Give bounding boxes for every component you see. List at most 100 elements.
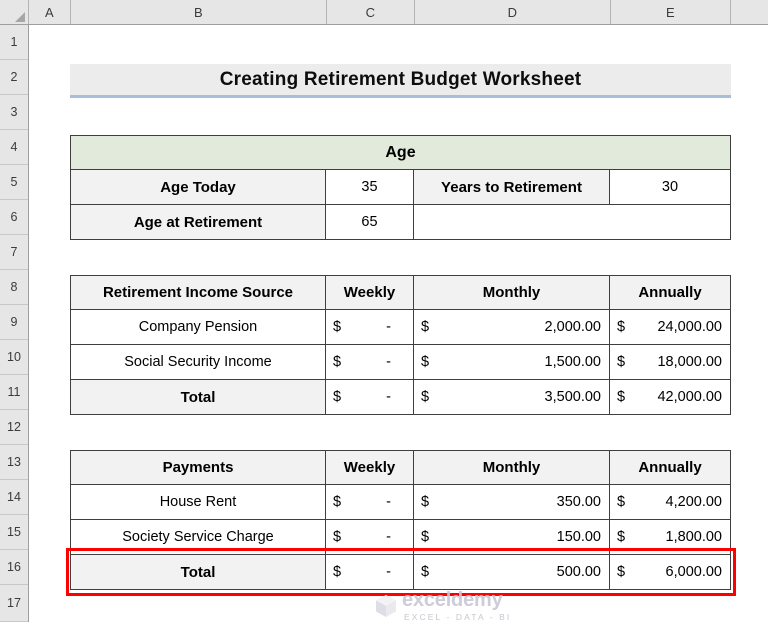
- payments-total-label: Total: [70, 555, 326, 590]
- payments-col-weekly: Weekly: [326, 450, 414, 485]
- row-header-16[interactable]: 16: [0, 550, 28, 585]
- currency-amount: -: [386, 354, 391, 370]
- watermark-text: exceldemy EXCEL - DATA - BI: [402, 590, 511, 622]
- income-total-weekly-cell[interactable]: $ -: [326, 380, 414, 415]
- currency-amount: 350.00: [556, 494, 601, 510]
- row-header-3[interactable]: 3: [0, 95, 28, 130]
- row-header-2[interactable]: 2: [0, 60, 28, 95]
- currency-symbol: $: [617, 494, 626, 510]
- income-weekly-cell[interactable]: $ -: [326, 345, 414, 380]
- income-col-weekly: Weekly: [326, 275, 414, 310]
- income-row-label: Company Pension: [70, 310, 326, 345]
- column-header-e[interactable]: E: [611, 0, 731, 24]
- payments-monthly-cell[interactable]: $ 350.00: [414, 485, 610, 520]
- currency-symbol: $: [333, 494, 342, 510]
- currency-symbol: $: [617, 564, 626, 580]
- years-to-retirement-label: Years to Retirement: [414, 170, 610, 205]
- currency-symbol: $: [333, 354, 342, 370]
- watermark-name: exceldemy: [402, 589, 503, 611]
- exceldemy-watermark: exceldemy EXCEL - DATA - BI: [375, 590, 511, 622]
- currency-symbol: $: [617, 354, 626, 370]
- row-header-8[interactable]: 8: [0, 270, 28, 305]
- row-header-9[interactable]: 9: [0, 305, 28, 340]
- payments-weekly-cell[interactable]: $ -: [326, 520, 414, 555]
- row-header-13[interactable]: 13: [0, 445, 28, 480]
- currency-amount: 1,800.00: [665, 529, 722, 545]
- currency-symbol: $: [421, 319, 430, 335]
- row-header-5[interactable]: 5: [0, 165, 28, 200]
- income-total-monthly-cell[interactable]: $ 3,500.00: [414, 380, 610, 415]
- payments-annual-cell[interactable]: $ 1,800.00: [610, 520, 731, 555]
- age-table-empty-cell[interactable]: [414, 205, 731, 240]
- currency-symbol: $: [421, 494, 430, 510]
- payments-col-label: Payments: [70, 450, 326, 485]
- row-header-14[interactable]: 14: [0, 480, 28, 515]
- age-today-value[interactable]: 35: [326, 170, 414, 205]
- column-header-b[interactable]: B: [71, 0, 327, 24]
- currency-symbol: $: [333, 564, 342, 580]
- column-header-a[interactable]: A: [29, 0, 71, 24]
- currency-amount: 18,000.00: [657, 354, 722, 370]
- age-at-retirement-label: Age at Retirement: [70, 205, 326, 240]
- payments-row-label: Society Service Charge: [70, 520, 326, 555]
- income-annual-cell[interactable]: $ 24,000.00: [610, 310, 731, 345]
- currency-symbol: $: [333, 319, 342, 335]
- payments-total-weekly-cell[interactable]: $ -: [326, 555, 414, 590]
- payments-row-label: House Rent: [70, 485, 326, 520]
- currency-amount: 1,500.00: [544, 354, 601, 370]
- payments-monthly-cell[interactable]: $ 150.00: [414, 520, 610, 555]
- row-header-10[interactable]: 10: [0, 340, 28, 375]
- row-header-12[interactable]: 12: [0, 410, 28, 445]
- row-header-6[interactable]: 6: [0, 200, 28, 235]
- income-total-label: Total: [70, 380, 326, 415]
- payments-total-annual-cell[interactable]: $ 6,000.00: [610, 555, 731, 590]
- currency-amount: -: [386, 389, 391, 405]
- income-annual-cell[interactable]: $ 18,000.00: [610, 345, 731, 380]
- excel-worksheet: A B C D E 1 2 3 4 5 6 7 8 9 10 11 12 13 …: [0, 0, 768, 622]
- age-table-header: Age: [70, 135, 731, 170]
- income-col-source: Retirement Income Source: [70, 275, 326, 310]
- income-total-annual-cell[interactable]: $ 42,000.00: [610, 380, 731, 415]
- grid-area: Creating Retirement Budget Worksheet Age…: [30, 26, 768, 622]
- currency-amount: -: [386, 319, 391, 335]
- currency-amount: 500.00: [556, 564, 601, 580]
- age-at-retirement-value[interactable]: 65: [326, 205, 414, 240]
- income-col-annually: Annually: [610, 275, 731, 310]
- column-header-strip: A B C D E: [0, 0, 768, 25]
- payments-total-monthly-cell[interactable]: $ 500.00: [414, 555, 610, 590]
- currency-amount: 42,000.00: [657, 389, 722, 405]
- row-header-4[interactable]: 4: [0, 130, 28, 165]
- currency-symbol: $: [421, 354, 430, 370]
- row-header-15[interactable]: 15: [0, 515, 28, 550]
- worksheet-title-banner: Creating Retirement Budget Worksheet: [70, 64, 731, 98]
- column-header-f[interactable]: [731, 0, 768, 24]
- currency-symbol: $: [617, 529, 626, 545]
- select-all-triangle-icon: [15, 12, 25, 22]
- currency-symbol: $: [421, 389, 430, 405]
- currency-symbol: $: [421, 529, 430, 545]
- currency-amount: -: [386, 564, 391, 580]
- years-to-retirement-value[interactable]: 30: [610, 170, 731, 205]
- currency-amount: 150.00: [556, 529, 601, 545]
- age-today-label: Age Today: [70, 170, 326, 205]
- payments-weekly-cell[interactable]: $ -: [326, 485, 414, 520]
- row-header-17[interactable]: 17: [0, 585, 28, 622]
- currency-amount: -: [386, 494, 391, 510]
- income-weekly-cell[interactable]: $ -: [326, 310, 414, 345]
- column-header-c[interactable]: C: [327, 0, 415, 24]
- currency-symbol: $: [421, 564, 430, 580]
- row-header-1[interactable]: 1: [0, 25, 28, 60]
- row-header-7[interactable]: 7: [0, 235, 28, 270]
- select-all-button[interactable]: [0, 0, 29, 24]
- income-monthly-cell[interactable]: $ 1,500.00: [414, 345, 610, 380]
- currency-amount: 24,000.00: [657, 319, 722, 335]
- row-header-strip: 1 2 3 4 5 6 7 8 9 10 11 12 13 14 15 16 1…: [0, 25, 29, 622]
- income-col-monthly: Monthly: [414, 275, 610, 310]
- watermark-tagline: EXCEL - DATA - BI: [404, 612, 512, 622]
- income-monthly-cell[interactable]: $ 2,000.00: [414, 310, 610, 345]
- payments-annual-cell[interactable]: $ 4,200.00: [610, 485, 731, 520]
- payments-col-annually: Annually: [610, 450, 731, 485]
- exceldemy-logo-icon: [376, 594, 396, 617]
- row-header-11[interactable]: 11: [0, 375, 28, 410]
- column-header-d[interactable]: D: [415, 0, 611, 24]
